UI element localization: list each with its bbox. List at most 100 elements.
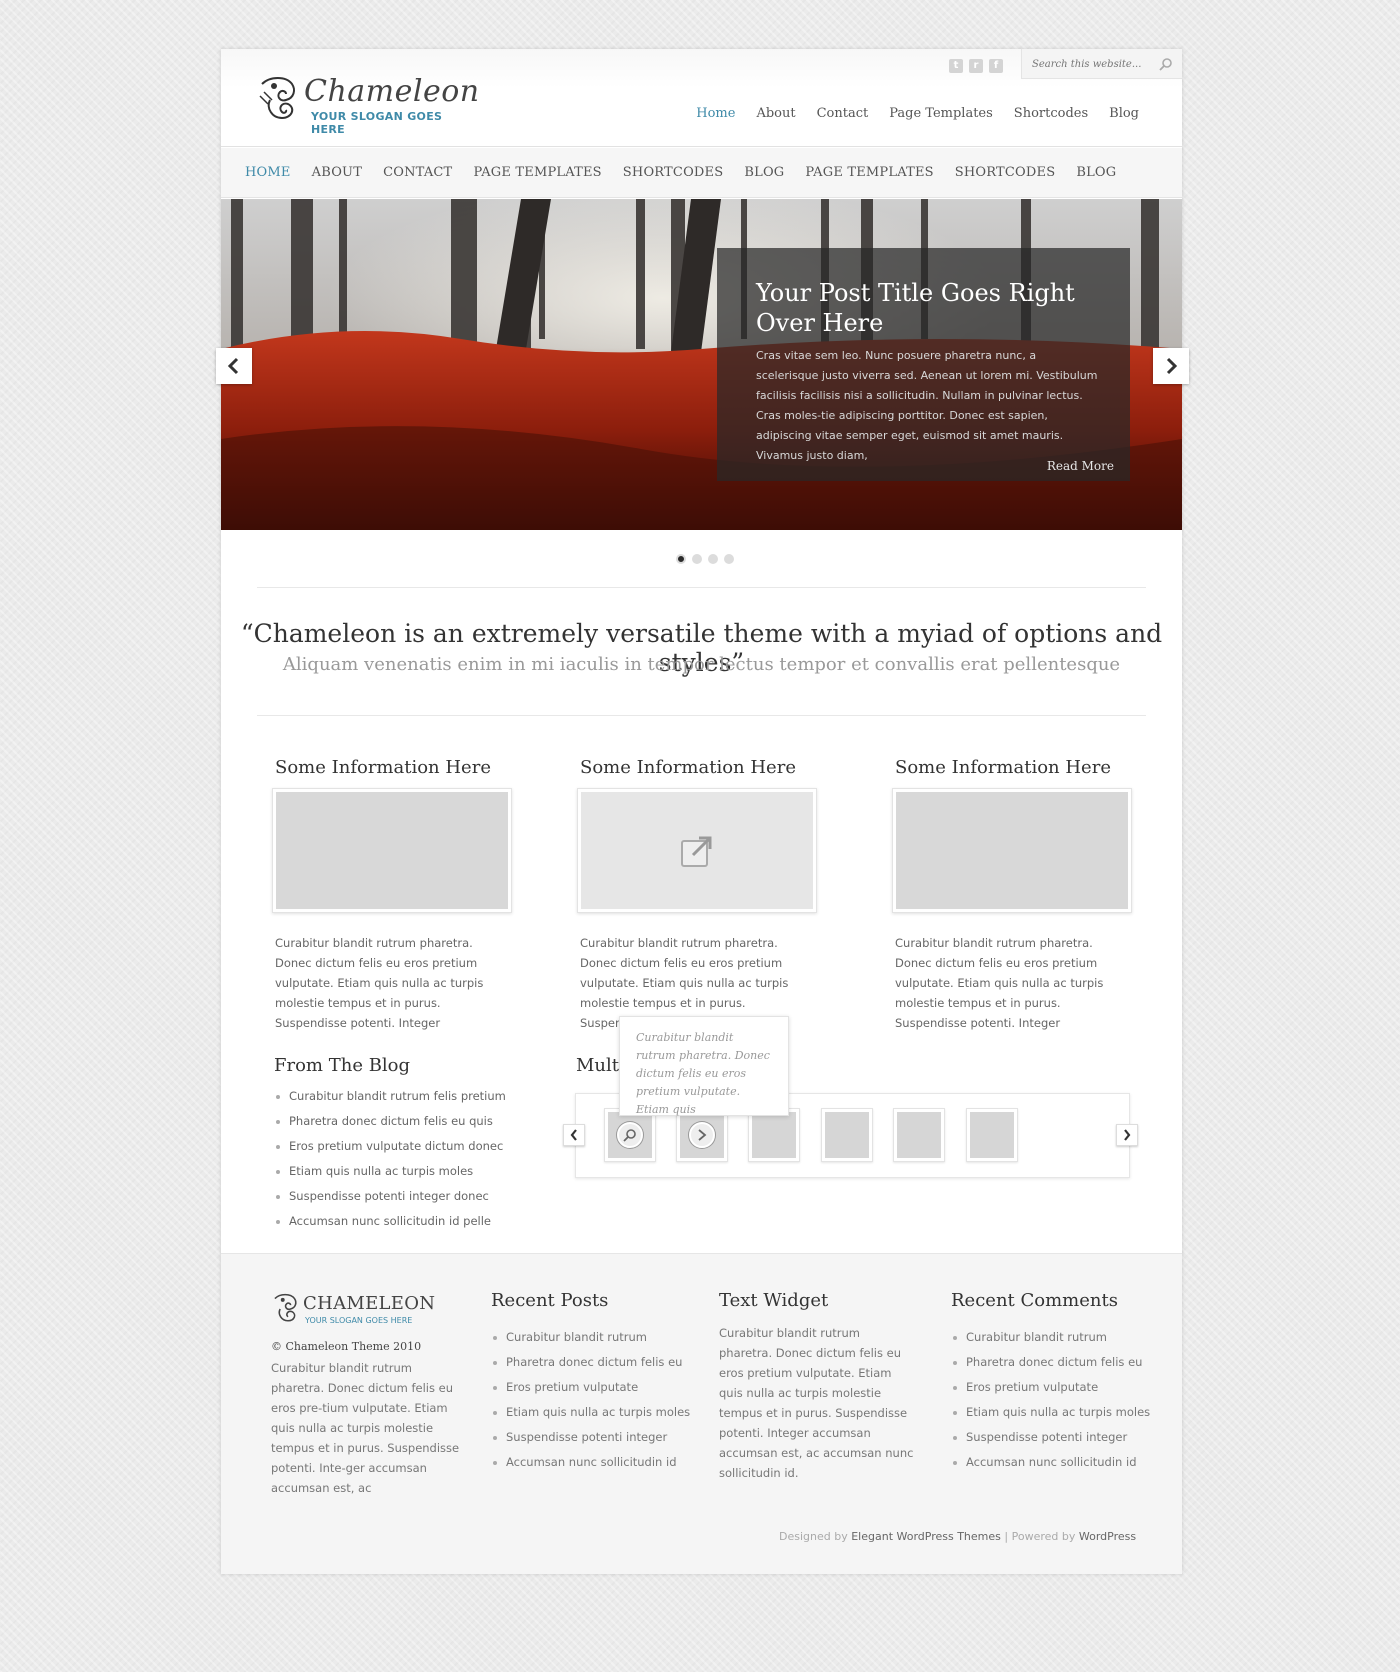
recent-posts-widget: Recent Posts Curabitur blandit rutrum Ph…	[491, 1290, 690, 1475]
recent-post-item[interactable]: Pharetra donec dictum felis eu	[491, 1350, 690, 1375]
info-thumbnail[interactable]	[272, 788, 512, 913]
play-icon	[689, 1122, 715, 1148]
recent-comments-widget: Recent Comments Curabitur blandit rutrum…	[951, 1290, 1150, 1475]
cat-nav-contact[interactable]: CONTACT	[383, 165, 452, 180]
featured-slider: Your Post Title Goes Right Over Here Cra…	[221, 199, 1182, 530]
recent-comment-item[interactable]: Curabitur blandit rutrum	[951, 1325, 1150, 1350]
search-input[interactable]	[1032, 56, 1152, 72]
slider-pagination	[676, 554, 734, 564]
rss-icon[interactable]: r	[969, 59, 983, 73]
recent-post-item[interactable]: Accumsan nunc sollicitudin id	[491, 1450, 690, 1475]
designer-link[interactable]: Elegant WordPress Themes	[851, 1530, 1001, 1543]
twitter-icon[interactable]: t	[949, 59, 963, 73]
footer-logo[interactable]: CHAMELEON YOUR SLOGAN GOES HERE	[271, 1292, 435, 1330]
tagline-subtext: Aliquam venenatis enim in mi iaculis in …	[282, 654, 1121, 675]
slider-dot-1[interactable]	[676, 554, 686, 564]
blog-item[interactable]: Curabitur blandit rutrum felis pretium	[274, 1084, 524, 1109]
recent-post-item[interactable]: Eros pretium vulputate	[491, 1375, 690, 1400]
slider-next-button[interactable]	[1153, 348, 1189, 384]
slider-dot-2[interactable]	[692, 554, 702, 564]
recent-comment-item[interactable]: Accumsan nunc sollicitudin id	[951, 1450, 1150, 1475]
page-container: Chameleon YOUR SLOGAN GOES HERE t r f Ho…	[216, 49, 1189, 1574]
search-icon[interactable]	[1159, 57, 1173, 71]
media-item[interactable]	[966, 1108, 1018, 1162]
category-nav: HOME ABOUT CONTACT PAGE TEMPLATES SHORTC…	[221, 148, 1182, 198]
recent-comment-item[interactable]: Eros pretium vulputate	[951, 1375, 1150, 1400]
info-thumbnail[interactable]	[577, 788, 817, 913]
cat-nav-about[interactable]: ABOUT	[312, 165, 362, 180]
cat-nav-page-templates[interactable]: PAGE TEMPLATES	[473, 165, 601, 180]
read-more-link[interactable]: Read More	[1047, 459, 1114, 473]
blog-item[interactable]: Pharetra donec dictum felis eu quis	[274, 1109, 524, 1134]
footer-credits: Designed by Elegant WordPress Themes | P…	[779, 1530, 1136, 1543]
info-title[interactable]: Some Information Here	[275, 757, 512, 778]
cat-nav-blog[interactable]: BLOG	[744, 165, 784, 180]
multimedia-title: Multi	[576, 1055, 625, 1076]
chevron-right-icon	[1166, 357, 1178, 375]
facebook-icon[interactable]: f	[989, 59, 1003, 73]
footer-logo-name: CHAMELEON	[303, 1293, 436, 1314]
cat-nav-blog-2[interactable]: BLOG	[1076, 165, 1116, 180]
from-the-blog: From The Blog Curabitur blandit rutrum f…	[274, 1055, 524, 1234]
chevron-right-icon	[1124, 1129, 1131, 1141]
media-item[interactable]	[748, 1108, 800, 1162]
top-nav-page-templates[interactable]: Page Templates	[889, 106, 993, 121]
info-box-3: Some Information Here Curabitur blandit …	[892, 757, 1132, 1033]
cat-nav-home[interactable]: HOME	[245, 165, 291, 180]
cat-nav-shortcodes[interactable]: SHORTCODES	[623, 165, 724, 180]
copyright: © Chameleon Theme 2010	[271, 1340, 422, 1353]
info-box-1: Some Information Here Curabitur blandit …	[272, 757, 512, 1033]
chameleon-logo-icon	[274, 1293, 297, 1322]
info-text: Curabitur blandit rutrum pharetra. Donec…	[895, 936, 1104, 1030]
cat-nav-page-templates-2[interactable]: PAGE TEMPLATES	[805, 165, 933, 180]
external-link-icon	[681, 836, 712, 867]
info-text: Curabitur blandit rutrum pharetra. Donec…	[275, 936, 484, 1030]
powered-by-label: Powered by	[1011, 1530, 1076, 1543]
logo-slogan: YOUR SLOGAN GOES HERE	[311, 110, 443, 136]
blog-item[interactable]: Eros pretium vulputate dictum donec	[274, 1134, 524, 1159]
zoom-icon	[617, 1122, 643, 1148]
slide-title[interactable]: Your Post Title Goes Right Over Here	[756, 278, 1096, 338]
top-nav-home[interactable]: Home	[696, 106, 735, 121]
blog-item[interactable]: Etiam quis nulla ac turpis moles	[274, 1159, 524, 1184]
credits-separator: |	[1004, 1530, 1009, 1543]
blog-item[interactable]: Accumsan nunc sollicitudin id pelle	[274, 1209, 524, 1234]
text-widget-body: Curabitur blandit rutrum pharetra. Donec…	[719, 1326, 914, 1480]
chevron-left-icon	[227, 357, 239, 375]
carousel-prev-button[interactable]	[563, 1124, 585, 1146]
blog-item[interactable]: Suspendisse potenti integer donec	[274, 1184, 524, 1209]
footer-about-text: Curabitur blandit rutrum pharetra. Donec…	[271, 1361, 460, 1495]
recent-post-item[interactable]: Suspendisse potenti integer	[491, 1425, 690, 1450]
slider-prev-button[interactable]	[216, 348, 252, 384]
top-nav-blog[interactable]: Blog	[1109, 106, 1139, 121]
slider-dot-4[interactable]	[724, 554, 734, 564]
top-nav-contact[interactable]: Contact	[817, 106, 869, 121]
text-widget: Text Widget Curabitur blandit rutrum pha…	[719, 1290, 914, 1483]
recent-comment-item[interactable]: Etiam quis nulla ac turpis moles	[951, 1400, 1150, 1425]
recent-comment-item[interactable]: Pharetra donec dictum felis eu	[951, 1350, 1150, 1375]
recent-post-item[interactable]: Etiam quis nulla ac turpis moles	[491, 1400, 690, 1425]
media-item[interactable]	[893, 1108, 945, 1162]
info-title[interactable]: Some Information Here	[580, 757, 817, 778]
carousel-next-button[interactable]	[1116, 1124, 1138, 1146]
slide-excerpt: Cras vitae sem leo. Nunc posuere pharetr…	[756, 349, 1098, 462]
info-thumbnail[interactable]	[892, 788, 1132, 913]
divider	[257, 587, 1146, 588]
chameleon-logo-icon	[259, 77, 295, 120]
wordpress-link[interactable]: WordPress	[1079, 1530, 1136, 1543]
top-nav-about[interactable]: About	[756, 106, 795, 121]
footer: CHAMELEON YOUR SLOGAN GOES HERE © Chamel…	[221, 1253, 1182, 1574]
search-box	[1021, 49, 1182, 79]
logo[interactable]: Chameleon YOUR SLOGAN GOES HERE	[256, 74, 479, 136]
media-item[interactable]	[821, 1108, 873, 1162]
top-nav-shortcodes[interactable]: Shortcodes	[1014, 106, 1088, 121]
recent-comment-item[interactable]: Suspendisse potenti integer	[951, 1425, 1150, 1450]
widget-title: Text Widget	[719, 1290, 829, 1311]
widget-title: Recent Comments	[951, 1290, 1118, 1311]
cat-nav-shortcodes-2[interactable]: SHORTCODES	[955, 165, 1056, 180]
slider-dot-3[interactable]	[708, 554, 718, 564]
chevron-left-icon	[570, 1129, 577, 1141]
info-title[interactable]: Some Information Here	[895, 757, 1132, 778]
slide-caption: Your Post Title Goes Right Over Here Cra…	[717, 248, 1130, 481]
recent-post-item[interactable]: Curabitur blandit rutrum	[491, 1325, 690, 1350]
